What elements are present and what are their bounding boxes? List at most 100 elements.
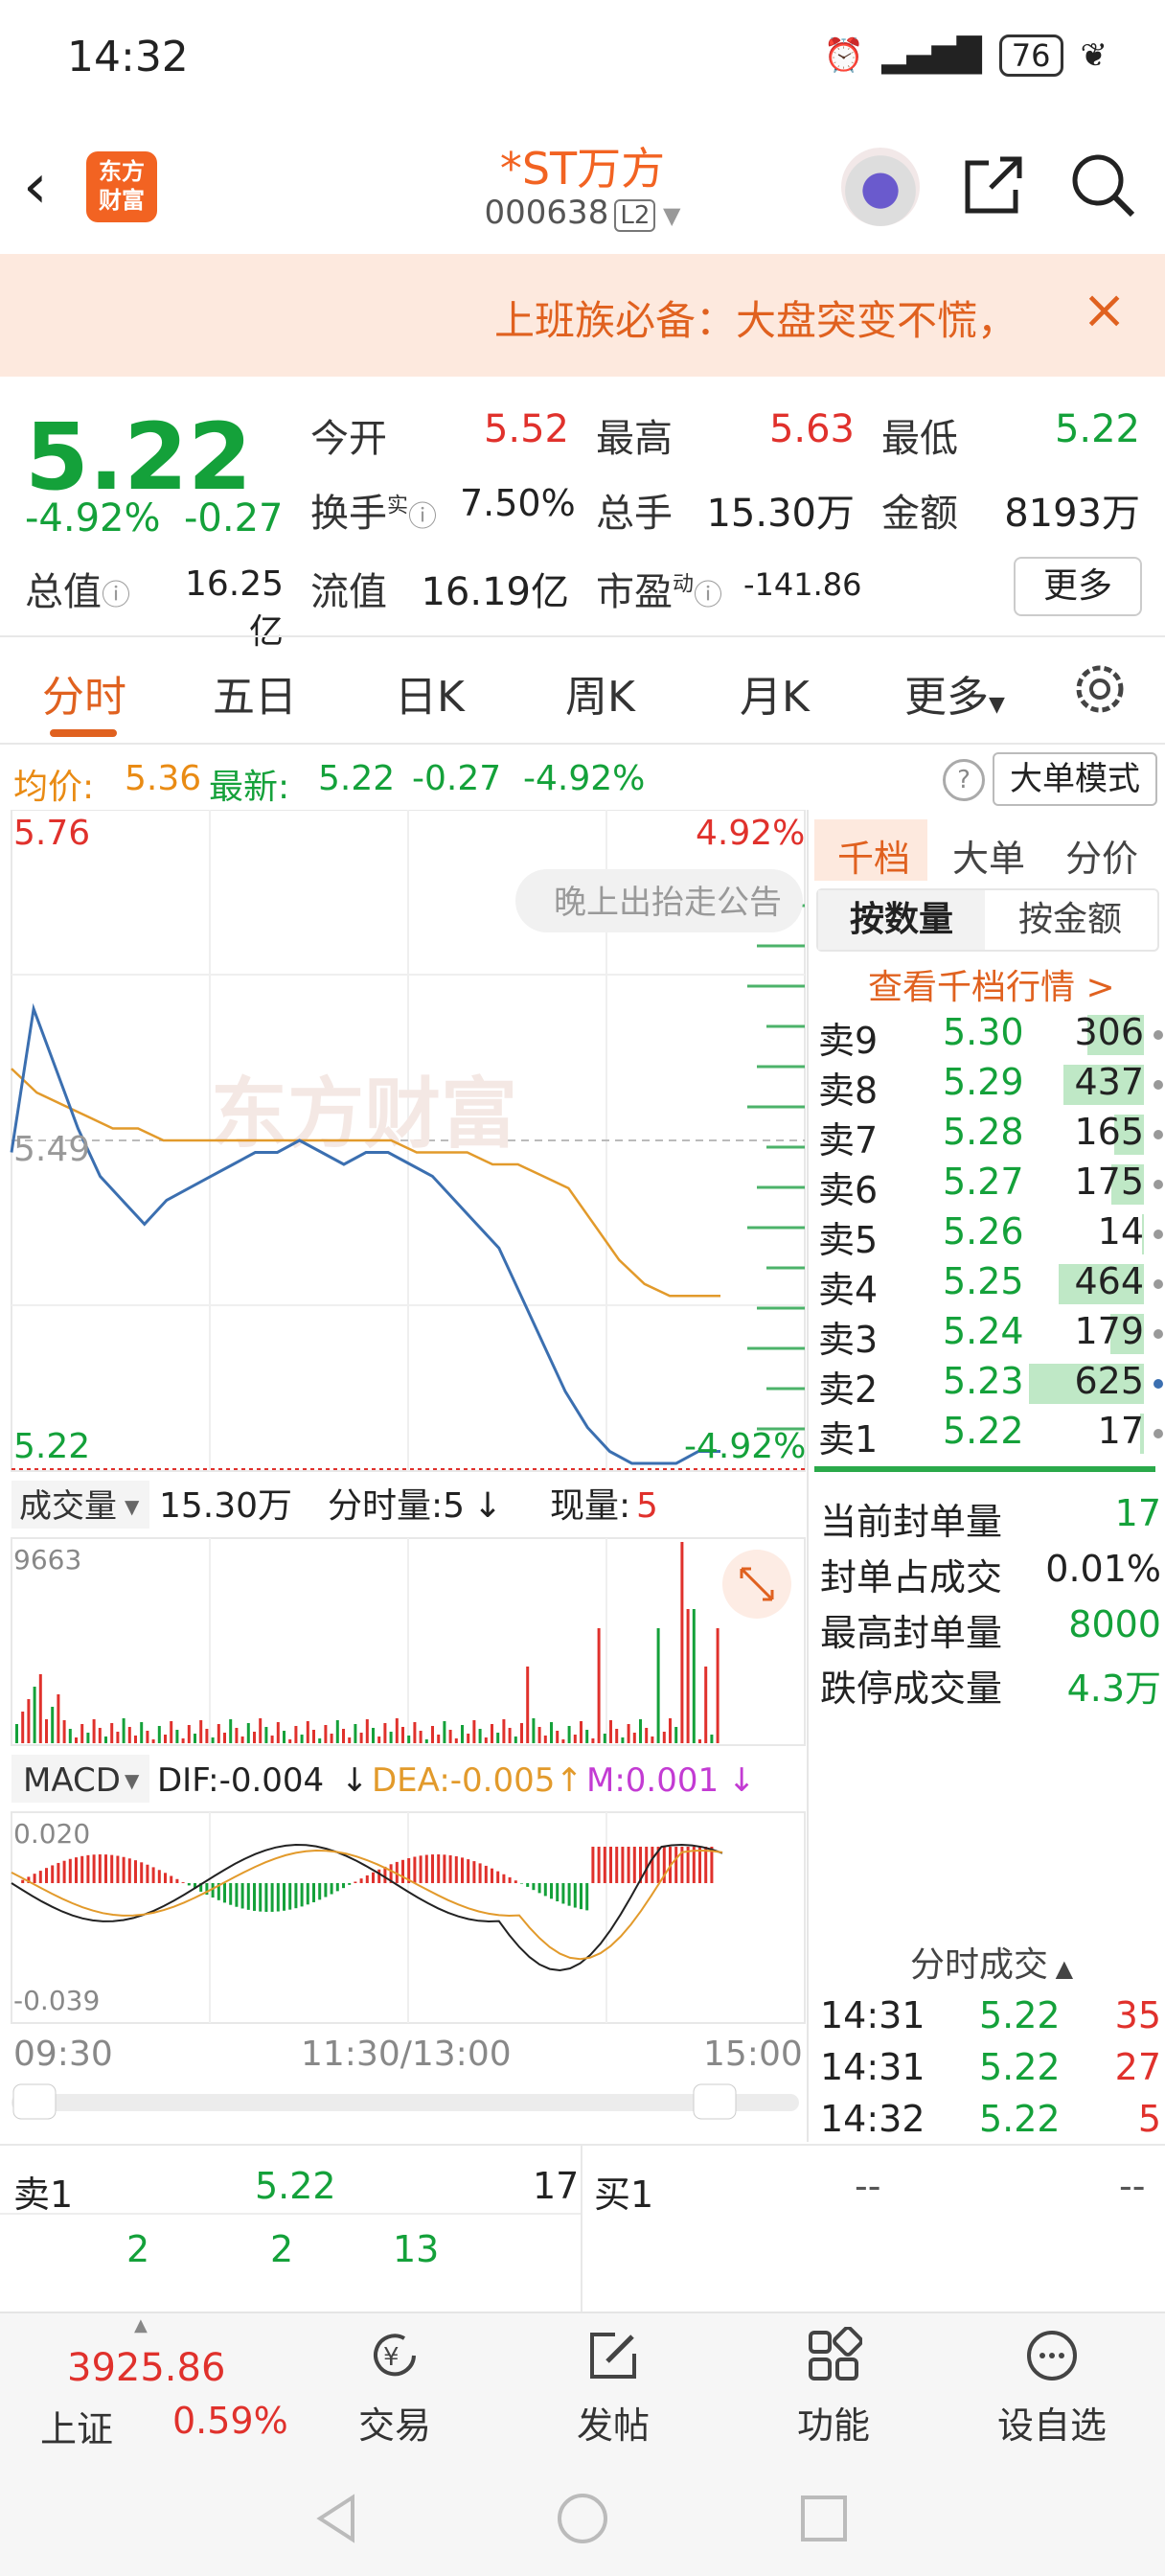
macd-bar: [127, 1858, 131, 1883]
volume-bar: [372, 1728, 375, 1743]
dropdown-icon: ▼: [125, 1769, 140, 1792]
tab-monthly-k[interactable]: 月K: [740, 662, 810, 724]
tab-more[interactable]: 更多▼: [904, 662, 1005, 724]
ask-row[interactable]: 卖9 5.30 306: [818, 1011, 1163, 1062]
macd-bar: [424, 1854, 428, 1883]
nav-home-icon[interactable]: [554, 2490, 611, 2547]
tab-intraday[interactable]: 分时: [42, 662, 126, 724]
info-icon[interactable]: ⓘ: [408, 500, 437, 534]
robot-assistant-icon[interactable]: [841, 148, 920, 226]
volume-bar: [680, 1542, 684, 1743]
search-icon[interactable]: [1069, 151, 1136, 218]
ask-row[interactable]: 卖7 5.28 165: [818, 1111, 1163, 1162]
ask-row[interactable]: 卖5 5.26 14: [818, 1210, 1163, 1261]
macd-bar: [348, 1883, 352, 1885]
tab-big-orders[interactable]: 大单: [952, 829, 1025, 882]
subtab-by-amount[interactable]: 按金额: [985, 890, 1155, 950]
volume-bar: [656, 1628, 660, 1743]
ask-level-name: 卖2: [818, 1368, 879, 1411]
nav-functions[interactable]: 功能: [738, 2313, 929, 2457]
macd-bar: [51, 1865, 55, 1883]
limit-down-bar: [814, 1466, 1155, 1472]
macd-bar: [567, 1883, 571, 1906]
nav-add-favorite[interactable]: 设自选: [956, 2313, 1148, 2457]
volume-bar: [520, 1723, 523, 1743]
macd-bar: [330, 1883, 333, 1895]
more-button[interactable]: 更多: [1014, 557, 1142, 616]
volume-bar: [561, 1739, 565, 1743]
macd-m: M:0.001: [586, 1761, 719, 1800]
ticks-title[interactable]: 分时成交 ▲: [910, 1937, 1073, 1987]
gear-icon[interactable]: [1071, 660, 1129, 718]
volume-bar: [140, 1722, 144, 1743]
macd-bar: [520, 1883, 523, 1884]
avg-value: 5.36: [125, 759, 202, 798]
intraday-chart[interactable]: 东方财富 5.76 4.92% 5.49 5.22 -4.92% 晚上出抬走公告…: [0, 810, 811, 2142]
macd-bar: [134, 1860, 137, 1883]
thousand-levels-link[interactable]: 查看千档行情 >: [868, 959, 1115, 1009]
volume-bar: [454, 1738, 458, 1743]
tab-five-day[interactable]: 五日: [213, 662, 297, 724]
macd-bar: [543, 1883, 547, 1897]
chart-watermark: 东方财富: [211, 1070, 517, 1159]
big-order-mode-button[interactable]: 大单模式: [993, 752, 1157, 806]
tab-thousand-levels[interactable]: 千档: [837, 829, 910, 882]
nav-recents-icon[interactable]: [795, 2490, 853, 2547]
subtab-by-volume[interactable]: 按数量: [818, 890, 985, 950]
ask1-name: 卖1: [13, 2174, 74, 2216]
ask-level-name: 卖4: [818, 1269, 879, 1311]
volume-bar: [526, 1667, 530, 1743]
x-label-mid: 11:30/13:00: [301, 2035, 512, 2074]
top-price-label: 5.76: [13, 814, 90, 853]
nav-post[interactable]: 发帖: [517, 2313, 709, 2457]
volume-bar: [597, 1628, 601, 1743]
tab-daily-k[interactable]: 日K: [395, 662, 465, 724]
volume-bar: [556, 1731, 560, 1743]
macd-bar: [170, 1875, 173, 1883]
bottom-pct-label: -4.92%: [684, 1427, 806, 1466]
tab-price-distribution[interactable]: 分价: [1065, 829, 1138, 882]
volume-bar: [68, 1729, 72, 1743]
macd-bar: [556, 1883, 560, 1902]
promo-banner[interactable]: 上班族必备：大盘突变不慌， ×: [0, 254, 1165, 377]
volume-bar: [419, 1731, 423, 1743]
ask-row[interactable]: 卖6 5.27 175: [818, 1161, 1163, 1211]
ask-row[interactable]: 卖2 5.23 625: [818, 1360, 1163, 1411]
volume-bar: [146, 1731, 149, 1743]
macd-bar: [704, 1847, 708, 1883]
ask-price: 5.29: [943, 1061, 1024, 1103]
nav-back-icon[interactable]: [308, 2490, 366, 2547]
volume-bar: [164, 1735, 167, 1743]
ask-row[interactable]: 卖8 5.29 437: [818, 1061, 1163, 1112]
macd-bar: [448, 1854, 452, 1883]
volume-bar: [199, 1720, 203, 1743]
nav-trade[interactable]: ¥ 交易: [299, 2313, 491, 2457]
volume-bar: [80, 1724, 84, 1743]
volume-bar: [484, 1737, 488, 1743]
share-icon[interactable]: [960, 151, 1027, 218]
macd-bar: [508, 1876, 512, 1883]
volume-bar: [187, 1725, 191, 1743]
ask-row[interactable]: 卖4 5.25 464: [818, 1260, 1163, 1311]
volume-bar: [348, 1737, 352, 1743]
ask-dot-icon: [1154, 1329, 1163, 1339]
index-ticker[interactable]: ▲ 3925.86 上证 0.59%: [0, 2313, 288, 2457]
ask-row[interactable]: 卖3 5.24 179: [818, 1310, 1163, 1361]
latest-value: 5.22: [318, 759, 396, 798]
volume-bar: [496, 1733, 500, 1743]
ask1-volume: 17: [533, 2165, 580, 2207]
macd-bar: [306, 1883, 309, 1905]
macd-bar: [140, 1862, 144, 1883]
mid-price-label: 5.49: [13, 1130, 90, 1169]
volume-bar: [359, 1733, 363, 1743]
volume-bar: [38, 1674, 42, 1743]
info-icon[interactable]: ⓘ: [694, 579, 722, 612]
ask-level-name: 卖1: [818, 1418, 879, 1460]
volume-label: 成交量: [19, 1487, 117, 1526]
nav-post-label: 发帖: [576, 2404, 650, 2447]
ask-row[interactable]: 卖1 5.22 17: [818, 1410, 1163, 1460]
info-icon[interactable]: ⓘ: [102, 579, 130, 612]
help-icon[interactable]: ?: [943, 759, 985, 801]
tab-weekly-k[interactable]: 周K: [565, 662, 635, 724]
close-icon[interactable]: ×: [1082, 279, 1127, 341]
